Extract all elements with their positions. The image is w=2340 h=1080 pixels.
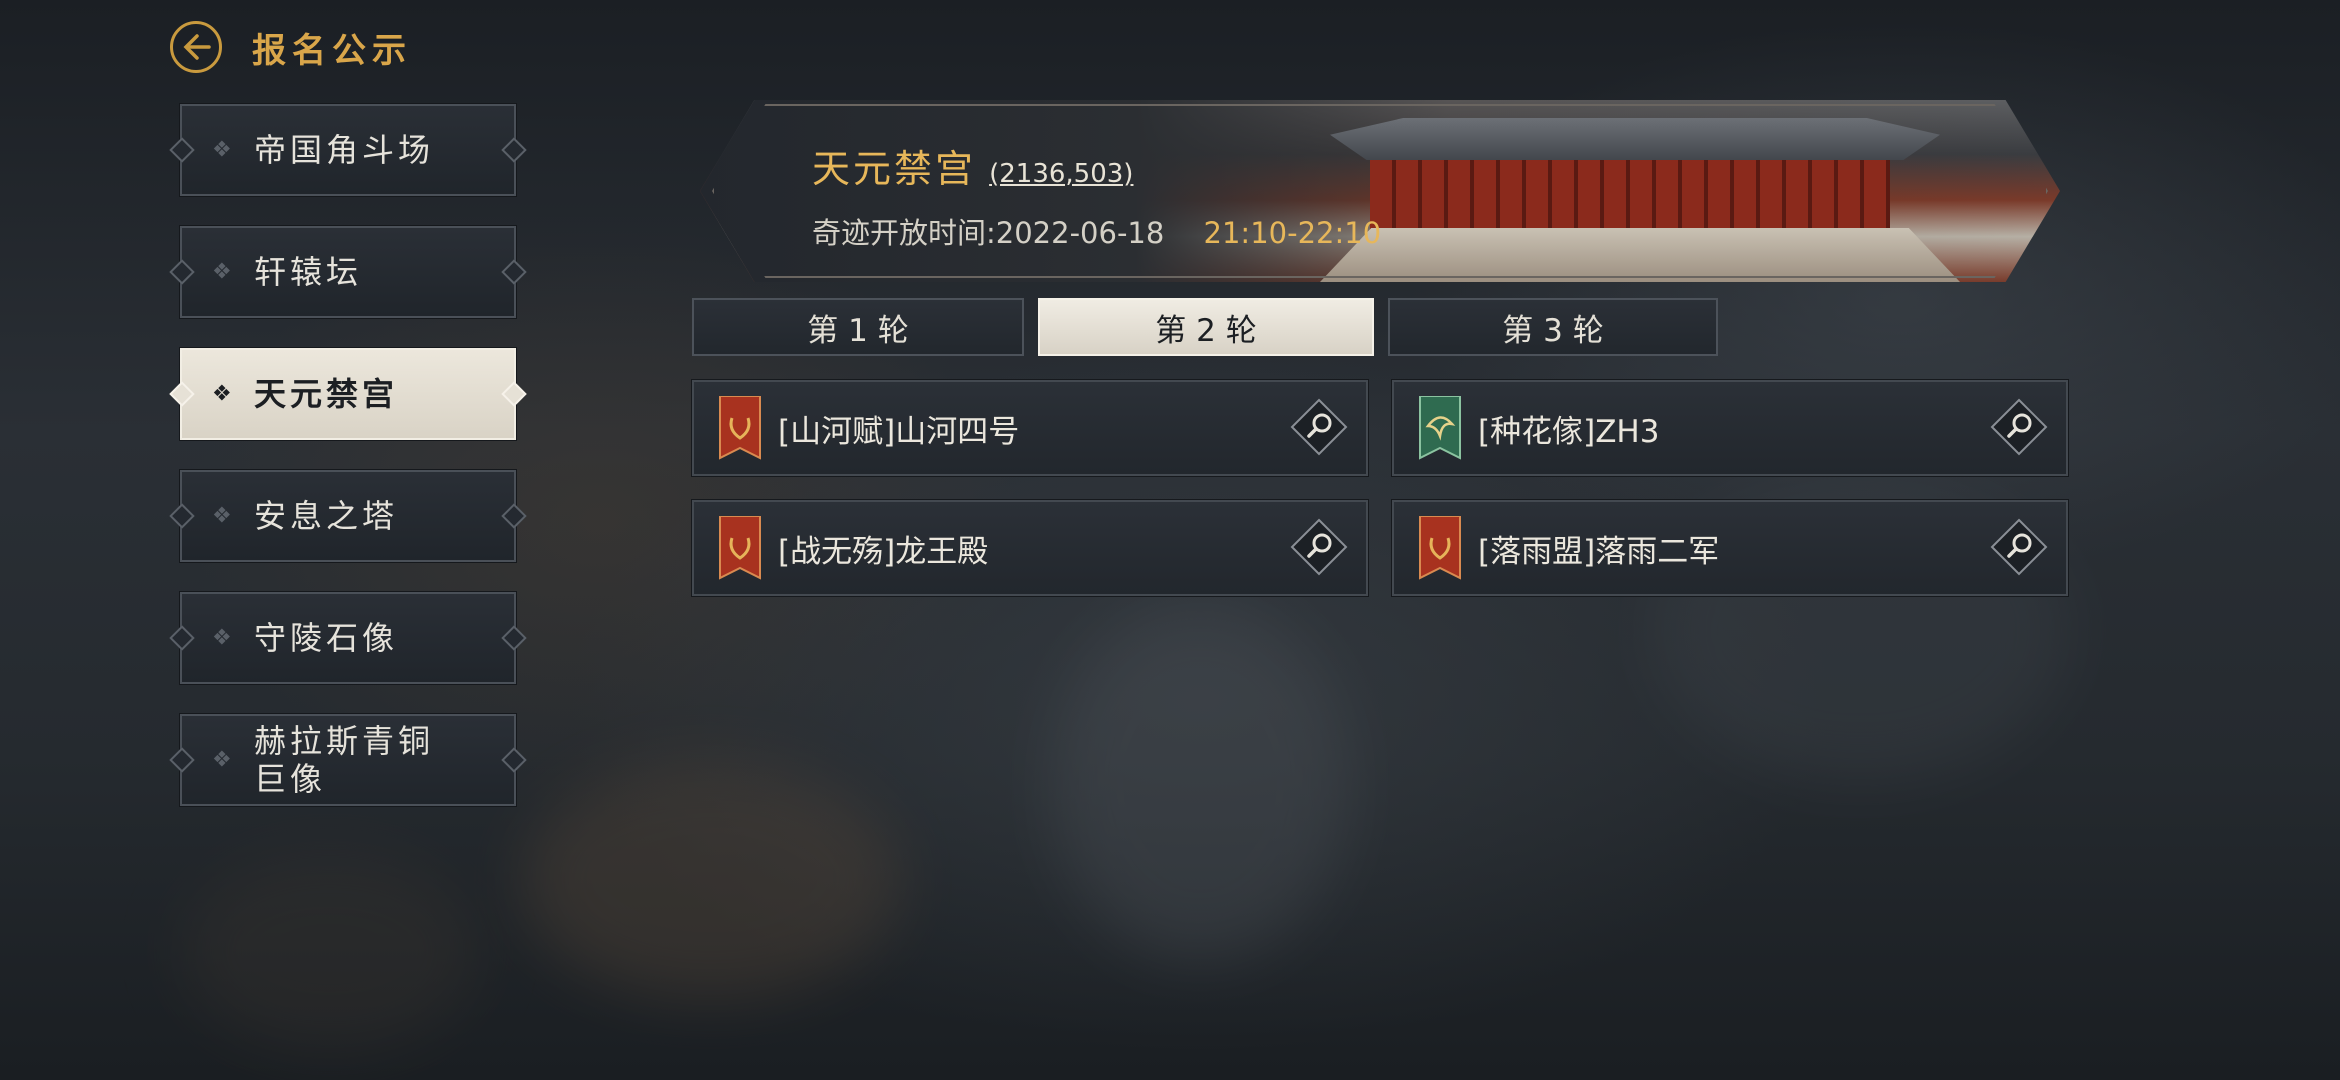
search-icon[interactable]: [1290, 398, 1348, 456]
tab-round-1[interactable]: 第 1 轮: [692, 298, 1024, 356]
wonder-open-time: 奇迹开放时间:2022-06-18 21:10-22:10: [812, 210, 1381, 252]
alliance-name: [山河赋]山河四号: [778, 413, 1020, 450]
sidebar-item-label: 帝国角斗场: [254, 131, 435, 169]
diamond-icon: ❖: [212, 259, 232, 285]
sidebar-item-tower-of-rest[interactable]: ❖ 安息之塔: [169, 469, 527, 563]
search-icon[interactable]: [1290, 518, 1348, 576]
laurel-banner-icon: [1419, 516, 1461, 580]
tab-round-2[interactable]: 第 2 轮: [1038, 298, 1374, 356]
wonder-coordinates-link[interactable]: (2136,503): [989, 159, 1133, 189]
frame-cap-icon: [169, 381, 195, 407]
diamond-icon: ❖: [212, 503, 232, 529]
open-time-range: 21:10-22:10: [1203, 216, 1382, 250]
alliance-entry: [山河赋]山河四号: [691, 379, 1369, 477]
sidebar-item-label: 守陵石像: [254, 619, 399, 657]
arrow-left-icon: [183, 34, 211, 60]
open-time-label: 奇迹开放时间:2022-06-18: [812, 216, 1165, 250]
search-icon[interactable]: [1990, 518, 2048, 576]
frame-cap-icon: [169, 747, 195, 773]
sidebar-item-bronze-colossus[interactable]: ❖ 赫拉斯青铜巨像: [169, 713, 527, 807]
sidebar-item-label: 轩辕坛: [254, 253, 363, 291]
frame-cap-icon: [501, 747, 527, 773]
alliance-name: [战无殇]龙王殿: [778, 533, 989, 570]
screen: 报名公示 ❖ 帝国角斗场 ❖ 轩辕坛 ❖ 天元禁宫 ❖ 安息之塔 ❖ 守陵石像 …: [0, 0, 2340, 1080]
alliance-name: [落雨盟]落雨二军: [1478, 533, 1720, 570]
frame-cap-icon: [501, 625, 527, 651]
phoenix-banner-icon: [1419, 396, 1461, 460]
laurel-banner-icon: [719, 516, 761, 580]
sidebar-item-tianyuan-palace[interactable]: ❖ 天元禁宫: [169, 347, 527, 441]
page-title: 报名公示: [252, 30, 412, 71]
alliance-entry: [战无殇]龙王殿: [691, 499, 1369, 597]
sidebar-item-xuanyuan-altar[interactable]: ❖ 轩辕坛: [169, 225, 527, 319]
diamond-icon: ❖: [212, 137, 232, 163]
palace-illustration: [1370, 160, 1890, 230]
alliance-entry: [落雨盟]落雨二军: [1391, 499, 2069, 597]
sidebar-item-label: 赫拉斯青铜巨像: [254, 722, 435, 798]
header: 报名公示: [170, 16, 412, 78]
diamond-icon: ❖: [212, 747, 232, 773]
sidebar: ❖ 帝国角斗场 ❖ 轩辕坛 ❖ 天元禁宫 ❖ 安息之塔 ❖ 守陵石像 ❖ 赫拉斯…: [169, 103, 527, 836]
sidebar-item-label: 安息之塔: [254, 497, 399, 535]
search-icon[interactable]: [1990, 398, 2048, 456]
frame-cap-icon: [501, 259, 527, 285]
alliance-entry: [种花傢]ZH3: [1391, 379, 2069, 477]
diamond-icon: ❖: [212, 625, 232, 651]
alliance-name: [种花傢]ZH3: [1478, 413, 1660, 450]
back-button[interactable]: [170, 21, 222, 73]
frame-cap-icon: [169, 625, 195, 651]
tab-round-3[interactable]: 第 3 轮: [1388, 298, 1718, 356]
palace-illustration: [1330, 118, 1940, 160]
wonder-name: 天元禁宫: [812, 147, 977, 191]
sidebar-item-tomb-statue[interactable]: ❖ 守陵石像: [169, 591, 527, 685]
frame-cap-icon: [169, 503, 195, 529]
frame-cap-icon: [501, 137, 527, 163]
palace-illustration: [1320, 228, 1960, 282]
frame-cap-icon: [501, 381, 527, 407]
sidebar-item-colosseum[interactable]: ❖ 帝国角斗场: [169, 103, 527, 197]
frame-cap-icon: [169, 259, 195, 285]
diamond-icon: ❖: [212, 381, 232, 407]
wonder-heading: 天元禁宫 (2136,503): [812, 138, 1133, 193]
frame-cap-icon: [501, 503, 527, 529]
sidebar-item-label: 天元禁宫: [254, 375, 399, 413]
laurel-banner-icon: [719, 396, 761, 460]
frame-cap-icon: [169, 137, 195, 163]
